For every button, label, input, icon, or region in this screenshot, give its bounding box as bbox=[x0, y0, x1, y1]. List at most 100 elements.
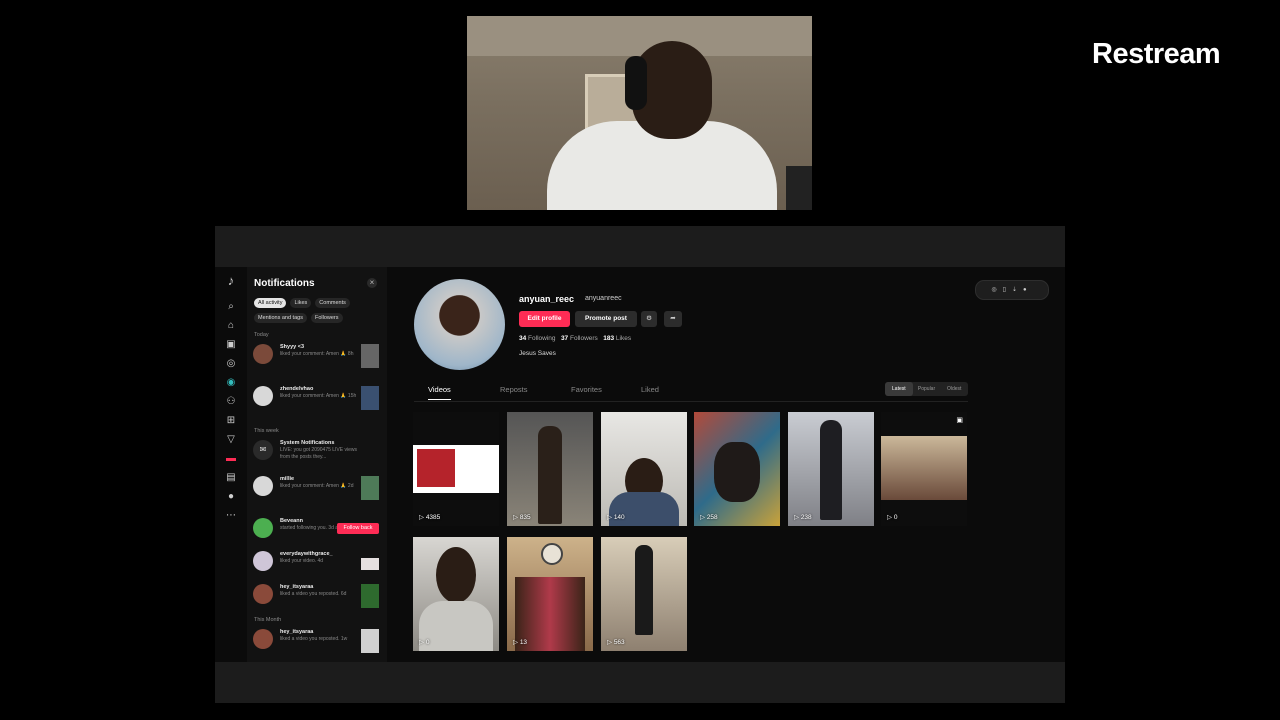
top-bar bbox=[215, 226, 1065, 267]
video-clock bbox=[541, 543, 563, 565]
video-figure bbox=[436, 547, 476, 603]
video-figure-body bbox=[419, 601, 493, 651]
profile-handle: anyuanreec bbox=[585, 295, 622, 302]
view-count: ▷ 238 bbox=[794, 514, 812, 521]
video-tile[interactable]: ▷ 835 bbox=[507, 412, 593, 526]
notification-name: Shyyy <3 bbox=[280, 344, 305, 350]
profile-avatar-icon[interactable]: ● bbox=[225, 491, 237, 503]
video-tile[interactable]: ▷ 0 bbox=[413, 537, 499, 651]
video-tile[interactable]: ▷ 258 bbox=[694, 412, 780, 526]
notification-desc: liked your comment: Amen 🙏 8h bbox=[280, 351, 354, 357]
notification-desc: liked a video you reposted. 6d bbox=[280, 591, 347, 597]
view-count: ▷ 4385 bbox=[419, 514, 441, 521]
video-tile[interactable]: ▷ 4385 bbox=[413, 412, 499, 526]
messages-icon[interactable]: ▬ bbox=[225, 453, 237, 465]
notification-desc: liked your comment: Amen 🙏 2d bbox=[280, 483, 354, 489]
notification-thumb bbox=[361, 558, 379, 570]
following-icon[interactable]: ⚇ bbox=[225, 396, 237, 408]
filter-followers[interactable]: Followers bbox=[310, 313, 343, 323]
video-frame bbox=[881, 436, 967, 500]
avatar bbox=[253, 386, 273, 406]
tv-icon[interactable]: ▤ bbox=[225, 472, 237, 484]
photo-mode-icon: ▣ bbox=[956, 417, 963, 424]
webcam-ceiling bbox=[467, 16, 812, 56]
tab-liked[interactable]: Liked bbox=[641, 385, 659, 394]
shop-icon[interactable]: ▣ bbox=[225, 339, 237, 351]
notification-item[interactable]: ✉ System Notifications LIVE: you got 209… bbox=[253, 439, 379, 467]
view-count: ▷ 0 bbox=[419, 639, 430, 646]
video-figure bbox=[538, 426, 562, 524]
view-count-value: 4385 bbox=[425, 514, 441, 521]
following-label[interactable]: Following bbox=[528, 335, 555, 342]
close-icon[interactable]: × bbox=[367, 278, 377, 288]
notification-item[interactable]: hey_itsyaraa liked a video you reposted.… bbox=[253, 628, 379, 656]
video-figure bbox=[714, 442, 760, 502]
view-count-value: 238 bbox=[800, 514, 812, 521]
view-count-value: 13 bbox=[519, 639, 528, 646]
notification-thumb bbox=[361, 629, 379, 653]
notification-item[interactable]: Shyyy <3 liked your comment: Amen 🙏 8h bbox=[253, 343, 379, 371]
likes-count: 183 bbox=[603, 335, 615, 342]
video-tile[interactable]: ▷ 238 bbox=[788, 412, 874, 526]
notification-desc: liked your comment: Amen 🙏 15h bbox=[280, 393, 357, 399]
search-icon[interactable]: ⌕ bbox=[225, 301, 237, 313]
view-count-value: 140 bbox=[613, 514, 625, 521]
filter-likes[interactable]: Likes bbox=[290, 298, 312, 308]
upload-icon[interactable]: ⊞ bbox=[225, 415, 237, 427]
notification-name: Beveann bbox=[280, 518, 303, 524]
notification-thumb bbox=[361, 344, 379, 368]
view-count: ▷ 0 bbox=[887, 514, 898, 521]
sort-oldest[interactable]: Oldest bbox=[940, 382, 968, 396]
following-count: 34 bbox=[519, 335, 527, 342]
profile-avatar[interactable] bbox=[414, 279, 505, 370]
sort-popular[interactable]: Popular bbox=[913, 382, 941, 396]
share-icon[interactable]: ➦ bbox=[664, 311, 682, 327]
notification-item[interactable]: millie liked your comment: Amen 🙏 2d bbox=[253, 475, 379, 503]
section-this-month: This Month bbox=[254, 617, 282, 623]
promote-post-button[interactable]: Promote post bbox=[575, 311, 637, 327]
edit-profile-button[interactable]: Edit profile bbox=[519, 311, 570, 327]
bottom-bar bbox=[215, 662, 1065, 703]
notification-name: hey_itsyaraa bbox=[280, 584, 314, 590]
tab-videos[interactable]: Videos bbox=[428, 385, 451, 400]
notification-item[interactable]: hey_itsyaraa liked a video you reposted.… bbox=[253, 583, 379, 611]
notification-name: System Notifications bbox=[280, 440, 335, 446]
view-count-value: 258 bbox=[706, 514, 718, 521]
filter-comments[interactable]: Comments bbox=[315, 298, 350, 308]
restream-logo: Restream bbox=[1092, 38, 1221, 70]
video-tile[interactable]: ▣ ▷ 0 bbox=[881, 412, 967, 526]
top-right-toolbar[interactable]: ◎▯⇣● bbox=[975, 280, 1049, 300]
filter-mentions[interactable]: Mentions and tags bbox=[254, 313, 307, 323]
notification-name: millie bbox=[280, 476, 295, 482]
video-tile[interactable]: ▷ 140 bbox=[601, 412, 687, 526]
notification-item[interactable]: zhendelvhao liked your comment: Amen 🙏 1… bbox=[253, 385, 379, 413]
filter-row-2: Mentions and tags Followers bbox=[254, 313, 343, 323]
activity-icon[interactable]: ▽ bbox=[225, 434, 237, 446]
webcam-feed bbox=[467, 16, 812, 210]
sort-latest[interactable]: Latest bbox=[885, 382, 913, 396]
section-this-week: This week bbox=[254, 428, 279, 434]
view-count-value: 0 bbox=[893, 514, 898, 521]
tab-favorites[interactable]: Favorites bbox=[571, 385, 602, 394]
view-count: ▷ 140 bbox=[607, 514, 625, 521]
view-count: ▷ 835 bbox=[513, 514, 531, 521]
filter-all-activity[interactable]: All activity bbox=[254, 298, 287, 308]
notification-item[interactable]: Beveann started following you. 3d ago Fo… bbox=[253, 517, 379, 545]
settings-icon[interactable]: ⚙ bbox=[641, 311, 657, 327]
notification-item[interactable]: everydaywithgrace_ liked your video. 4d bbox=[253, 550, 379, 578]
followers-count: 37 bbox=[560, 335, 569, 342]
tiktok-logo-icon[interactable]: ♪ bbox=[225, 274, 237, 287]
avatar bbox=[253, 344, 273, 364]
video-tile[interactable]: ▷ 13 bbox=[507, 537, 593, 651]
tab-reposts[interactable]: Reposts bbox=[500, 385, 528, 394]
more-icon[interactable]: ⋯ bbox=[225, 510, 237, 522]
home-icon[interactable]: ⌂ bbox=[225, 320, 237, 332]
follow-back-button[interactable]: Follow back bbox=[337, 523, 379, 534]
webcam-chair bbox=[786, 166, 812, 210]
video-tile[interactable]: ▷ 563 bbox=[601, 537, 687, 651]
shared-screen: ♪ ⌕ ⌂ ▣ ◎ ◉ ⚇ ⊞ ▽ ▬ ▤ ● ⋯ Notifications … bbox=[215, 267, 1065, 662]
profile-username: anyuan_reec bbox=[519, 294, 575, 304]
followers-label[interactable]: Followers bbox=[570, 335, 598, 342]
live-icon[interactable]: ◉ bbox=[225, 377, 237, 389]
explore-icon[interactable]: ◎ bbox=[225, 358, 237, 370]
